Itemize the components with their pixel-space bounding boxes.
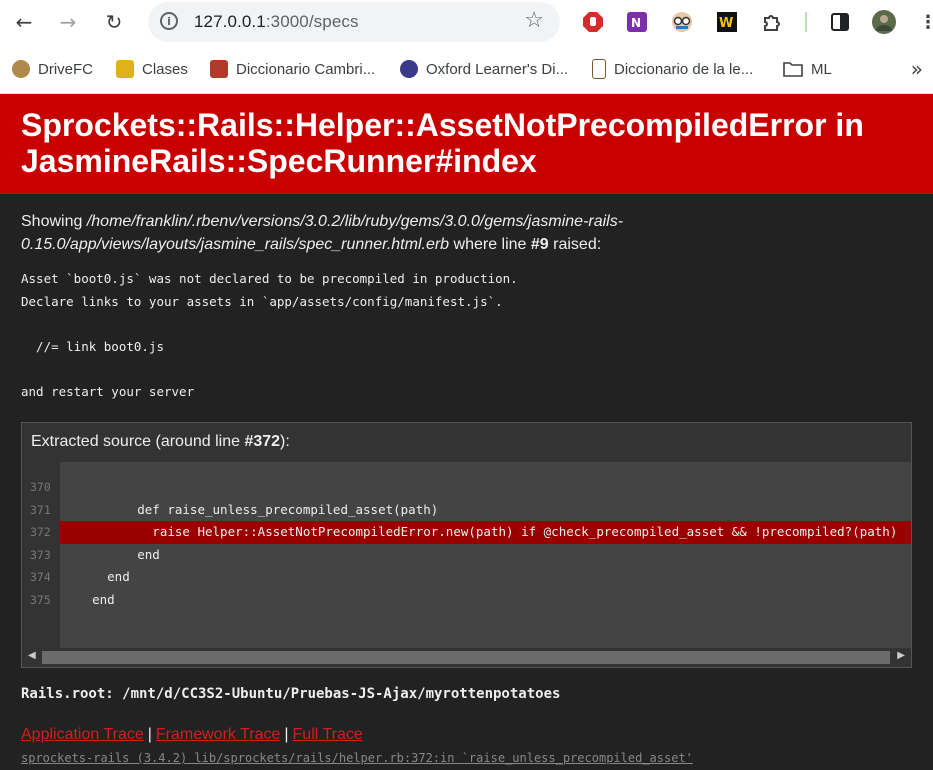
showing-mid: where line	[449, 236, 531, 253]
line-code: end	[62, 591, 115, 607]
framework-trace-link[interactable]: Framework Trace	[156, 726, 280, 743]
source-title-prefix: Extracted source (around line	[31, 433, 245, 450]
line-number: 372	[30, 525, 51, 539]
bookmarks-bar: DriveFC Clases Diccionario Cambri... Oxf…	[0, 44, 933, 94]
side-panel-icon[interactable]	[828, 10, 852, 34]
line-code: end	[62, 569, 130, 584]
horizontal-scrollbar[interactable]: ◀ ▶	[22, 648, 911, 667]
bookmark-label: Diccionario Cambri...	[236, 60, 376, 78]
scroll-left-arrow-icon[interactable]: ◀	[28, 650, 36, 661]
showing-template-text: Showing /home/franklin/.rbenv/versions/3…	[21, 210, 911, 256]
svg-text:W: W	[719, 16, 733, 31]
showing-prefix: Showing	[21, 213, 87, 230]
bookmark-label: Diccionario de la le...	[614, 60, 754, 78]
glasses-extension-icon[interactable]	[670, 10, 694, 34]
w-extension-icon[interactable]: W	[715, 10, 739, 34]
bookmark-star-icon[interactable]: ☆	[524, 8, 544, 33]
scrollbar-thumb[interactable]	[42, 651, 890, 664]
source-title-suffix: ):	[280, 433, 290, 450]
forward-arrow-icon[interactable]: →	[52, 6, 84, 38]
profile-avatar-icon[interactable]	[872, 10, 896, 34]
rails-root: Rails.root: /mnt/d/CC3S2-Ubuntu/Pruebas-…	[21, 686, 561, 702]
oxford-icon	[400, 60, 418, 78]
source-line: 371 def raise_unless_precompiled_asset(p…	[22, 499, 911, 522]
trace-separator: |	[147, 726, 152, 743]
line-code: end	[62, 546, 160, 562]
template-line-number: #9	[530, 236, 549, 253]
source-line: 375 end	[22, 589, 911, 612]
browser-menu-icon[interactable]: ⋮	[916, 10, 933, 34]
line-number: 373	[30, 547, 51, 562]
source-code[interactable]: 370 371 def raise_unless_precompiled_ass…	[22, 462, 911, 648]
bookmark-clases[interactable]: Clases	[116, 58, 188, 80]
trace-entry[interactable]: sprockets-rails (3.4.2) lib/sprockets/ra…	[21, 751, 693, 765]
extracted-source-title: Extracted source (around line #372):	[22, 423, 911, 461]
drivefc-icon	[12, 60, 30, 78]
cambridge-icon	[210, 60, 228, 78]
url-text[interactable]: 127.0.0.1:3000/specs	[194, 12, 359, 32]
bookmark-label: Clases	[142, 60, 188, 78]
bookmark-label: DriveFC	[38, 60, 93, 78]
line-number: 374	[30, 570, 51, 584]
line-number: 370	[30, 480, 51, 494]
scroll-right-arrow-icon[interactable]: ▶	[897, 650, 905, 661]
bookmark-rae[interactable]: Diccionario de la le...	[592, 58, 753, 80]
folder-icon	[783, 62, 803, 77]
source-title-line: #372	[244, 433, 281, 450]
address-bar[interactable]: i 127.0.0.1:3000/specs ☆	[148, 2, 560, 42]
reload-icon[interactable]: ↻	[98, 6, 130, 38]
browser-toolbar: ← → ↻ i 127.0.0.1:3000/specs ☆ N W ⋮	[0, 0, 933, 44]
bookmark-label: Oxford Learner's Di...	[426, 60, 569, 78]
full-trace-link[interactable]: Full Trace	[293, 726, 363, 743]
line-code: def raise_unless_precompiled_asset(path)	[62, 501, 439, 517]
site-info-icon[interactable]: i	[160, 12, 178, 30]
source-line: 373 end	[22, 544, 911, 567]
rae-icon	[592, 59, 606, 79]
line-number: 371	[30, 502, 51, 517]
trace-links: Application Trace | Framework Trace | Full T…	[21, 726, 363, 744]
onenote-extension-icon[interactable]: N	[625, 10, 649, 34]
extracted-source-box: Extracted source (around line #372): 370…	[21, 422, 912, 668]
error-header: Sprockets::Rails::Helper::AssetNotPrecom…	[0, 94, 933, 194]
back-arrow-icon[interactable]: ←	[8, 6, 40, 38]
trace-separator: |	[284, 726, 289, 743]
line-code: raise Helper::AssetNotPrecompiledError.n…	[62, 524, 898, 539]
extensions-puzzle-icon[interactable]	[760, 10, 784, 34]
bookmark-oxford[interactable]: Oxford Learner's Di...	[400, 58, 568, 80]
source-line: 374 end	[22, 566, 911, 589]
application-trace-link[interactable]: Application Trace	[21, 726, 144, 743]
source-line: 370	[22, 476, 911, 499]
bookmark-label: ML	[811, 60, 832, 78]
adblock-extension-icon[interactable]	[581, 10, 605, 34]
error-content: Showing /home/franklin/.rbenv/versions/3…	[21, 210, 911, 404]
classroom-icon	[116, 60, 134, 78]
bookmark-cambridge[interactable]: Diccionario Cambri...	[210, 58, 375, 80]
svg-text:N: N	[631, 16, 641, 30]
showing-suffix: raised:	[548, 236, 602, 253]
bookmark-folder-ml[interactable]: ML	[783, 58, 832, 80]
line-number: 375	[30, 592, 51, 607]
error-title: Sprockets::Rails::Helper::AssetNotPrecom…	[21, 107, 864, 179]
source-line-highlighted: 372 raise Helper::AssetNotPrecompiledErr…	[22, 521, 911, 544]
error-message: Asset `boot0.js` was not declared to be …	[21, 271, 518, 399]
more-bookmarks-icon[interactable]: »	[911, 57, 923, 81]
bookmark-drivefc[interactable]: DriveFC	[12, 58, 93, 80]
toolbar-divider	[805, 12, 807, 32]
